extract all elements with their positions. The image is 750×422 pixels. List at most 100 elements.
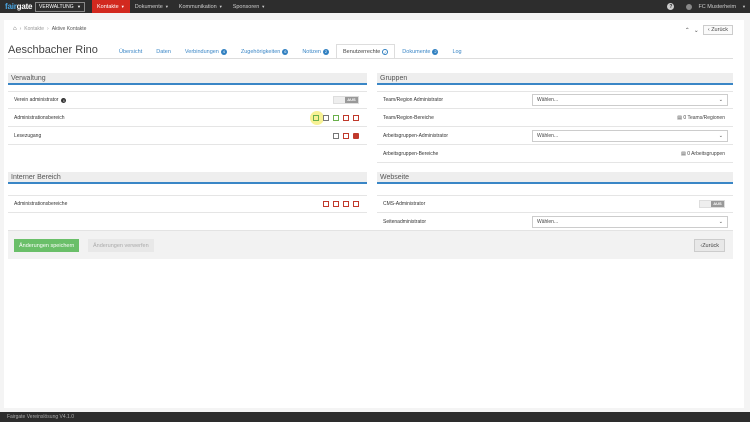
tab-zugehoerigkeiten[interactable]: Zugehörigkeiten 6 bbox=[234, 44, 295, 58]
row-label: Seitenadministrator bbox=[383, 218, 427, 225]
tab-label: Verbindungen bbox=[184, 48, 219, 55]
permission-icons bbox=[333, 132, 359, 139]
chevron-down-icon: ⌄ bbox=[718, 218, 723, 225]
select-value: Wählen... bbox=[537, 97, 559, 103]
permission-icons bbox=[323, 201, 359, 207]
row-seitenadministrator: Seitenadministrator Wählen... ⌄ bbox=[377, 213, 733, 231]
row-label: Arbeitsgruppen-Bereiche bbox=[383, 150, 439, 157]
toggle-label: AUS bbox=[711, 201, 724, 207]
breadcrumb-current: Aktive Kontakte bbox=[51, 26, 87, 32]
chevron-down-icon[interactable]: ▼ bbox=[742, 4, 746, 9]
menu-item-dokumente[interactable]: Dokumente ▼ bbox=[130, 0, 174, 13]
row-label: Administrationsbereiche bbox=[14, 201, 68, 207]
count-badge: 2 bbox=[432, 48, 439, 55]
panel-title: Gruppen bbox=[377, 73, 733, 85]
row-team-region-bereiche: Team/Region-Bereiche ▤ 0 Teams/Regionen bbox=[377, 109, 733, 127]
panel-title: Interner Bereich bbox=[8, 172, 367, 184]
chevron-down-icon: ▼ bbox=[120, 4, 125, 9]
panel-title: Webseite bbox=[377, 172, 733, 184]
back-button-top[interactable]: ‹ Zurück bbox=[702, 25, 733, 35]
money-icon[interactable] bbox=[323, 114, 329, 121]
tab-dokumente[interactable]: Dokumente 2 bbox=[395, 44, 445, 58]
tab-daten[interactable]: Daten bbox=[149, 44, 178, 58]
back-label: Zurück bbox=[702, 242, 719, 249]
seitenadmin-select[interactable]: Wählen... ⌄ bbox=[532, 215, 728, 228]
app-switch-dropdown[interactable]: VERWALTUNG ▼ bbox=[35, 1, 85, 12]
menu-item-kontakte[interactable]: Kontakte ▼ bbox=[92, 0, 130, 13]
cms-admin-toggle[interactable]: AUS bbox=[699, 200, 725, 208]
row-verein-administrator: Verein administrator i AUS bbox=[8, 91, 367, 109]
mail-icon[interactable] bbox=[343, 114, 349, 121]
user-icon bbox=[686, 3, 693, 10]
chevron-down-icon[interactable]: ⌄ bbox=[694, 27, 699, 34]
arbeitsgruppen-count[interactable]: ▤ 0 Arbeitsgruppen bbox=[681, 151, 725, 157]
tab-notizen[interactable]: Notizen 2 bbox=[295, 44, 336, 58]
select-value: Wählen... bbox=[537, 218, 559, 225]
page-title: Aeschbacher Rino bbox=[8, 44, 98, 56]
panel-interner-bereich: Interner Bereich Administrationsbereiche bbox=[8, 172, 367, 213]
card-icon[interactable] bbox=[343, 132, 349, 139]
list-icon[interactable] bbox=[313, 114, 319, 121]
breadcrumb-separator: › bbox=[19, 26, 22, 32]
row-lesezugang: Lesezugang bbox=[8, 127, 367, 145]
back-button[interactable]: ‹ Zurück bbox=[694, 239, 725, 252]
tab-benutzerrechte[interactable]: Benutzerrechte ✓ bbox=[335, 44, 396, 59]
help-icon[interactable]: ? bbox=[667, 3, 675, 10]
menu-item-sponsoren[interactable]: Sponsoren ▼ bbox=[228, 0, 271, 13]
tab-log[interactable]: Log bbox=[445, 44, 468, 58]
image-icon[interactable] bbox=[353, 201, 359, 207]
row-administrationsbereich: Administrationsbereich bbox=[8, 109, 367, 127]
tab-label: Zugehörigkeiten bbox=[240, 48, 281, 55]
chevron-down-icon: ▼ bbox=[218, 4, 223, 9]
users-icon[interactable] bbox=[353, 132, 359, 139]
team-region-admin-select[interactable]: Wählen... ⌄ bbox=[532, 94, 728, 106]
verein-admin-toggle[interactable]: AUS bbox=[333, 96, 359, 104]
tab-label: Notizen bbox=[302, 48, 321, 55]
value-text: 0 Arbeitsgruppen bbox=[687, 150, 725, 157]
main-content: ⌂ › Kontakte › Aktive Kontakte ⌃ ⌄ ‹ Zur… bbox=[4, 20, 744, 408]
menu-item-kommunikation[interactable]: Kommunikation ▼ bbox=[174, 0, 228, 13]
row-label: Arbeitsgruppen-Administrator bbox=[383, 132, 449, 139]
select-value: Wählen... bbox=[537, 132, 559, 139]
list-icon[interactable] bbox=[333, 132, 339, 139]
row-label: Lesezugang bbox=[14, 132, 42, 139]
main-menu: Kontakte ▼ Dokumente ▼ Kommunikation ▼ Spon… bbox=[92, 0, 270, 13]
teams-regions-count[interactable]: ▤ 0 Teams/Regionen bbox=[677, 115, 725, 121]
breadcrumb: ⌂ › Kontakte › Aktive Kontakte bbox=[13, 26, 86, 32]
menu-label: Kontakte bbox=[97, 3, 119, 10]
save-changes-button[interactable]: Änderungen speichern bbox=[14, 239, 80, 252]
count-badge: 2 bbox=[322, 48, 329, 55]
breadcrumb-separator: › bbox=[47, 26, 49, 32]
count-badge: 6 bbox=[282, 48, 289, 55]
app-logo[interactable]: fairgate bbox=[0, 2, 33, 11]
discard-changes-button[interactable]: Änderungen verwerfen bbox=[88, 239, 154, 252]
card-icon[interactable] bbox=[333, 201, 339, 207]
document-icon[interactable] bbox=[333, 114, 339, 121]
logo-part-a: fair bbox=[5, 2, 17, 11]
row-cms-administrator: CMS-Administrator AUS bbox=[377, 195, 733, 213]
breadcrumb-kontakte[interactable]: Kontakte bbox=[24, 26, 44, 32]
chevron-down-icon: ▼ bbox=[164, 4, 169, 9]
back-label: Zurück bbox=[711, 27, 728, 33]
permission-icons bbox=[313, 114, 359, 121]
tab-divider bbox=[8, 58, 733, 59]
chevron-down-icon: ⌄ bbox=[718, 132, 723, 139]
tab-verbindungen[interactable]: Verbindungen 4 bbox=[178, 44, 234, 58]
card-icon[interactable] bbox=[353, 114, 359, 121]
arbeitsgruppen-admin-select[interactable]: Wählen... ⌄ bbox=[532, 129, 728, 142]
forum-icon[interactable] bbox=[323, 201, 329, 207]
calendar-icon[interactable] bbox=[343, 201, 349, 207]
tab-label: Dokumente bbox=[402, 48, 431, 55]
chevron-up-icon[interactable]: ⌃ bbox=[685, 27, 690, 34]
tab-label: Daten bbox=[156, 48, 171, 55]
info-icon[interactable]: i bbox=[61, 97, 67, 103]
home-icon[interactable]: ⌂ bbox=[13, 26, 17, 32]
row-label: CMS-Administrator bbox=[383, 201, 426, 207]
tab-uebersicht[interactable]: Übersicht bbox=[112, 44, 149, 58]
chevron-down-icon: ⌄ bbox=[718, 97, 723, 103]
topbar-right: ? FC Musterheim ▼ bbox=[667, 0, 746, 13]
menu-label: Dokumente bbox=[134, 3, 163, 10]
record-navigation: ⌃ ⌄ ‹ Zurück bbox=[685, 25, 733, 35]
menu-label: Kommunikation bbox=[178, 3, 217, 10]
club-selector[interactable]: FC Musterheim bbox=[698, 4, 736, 10]
